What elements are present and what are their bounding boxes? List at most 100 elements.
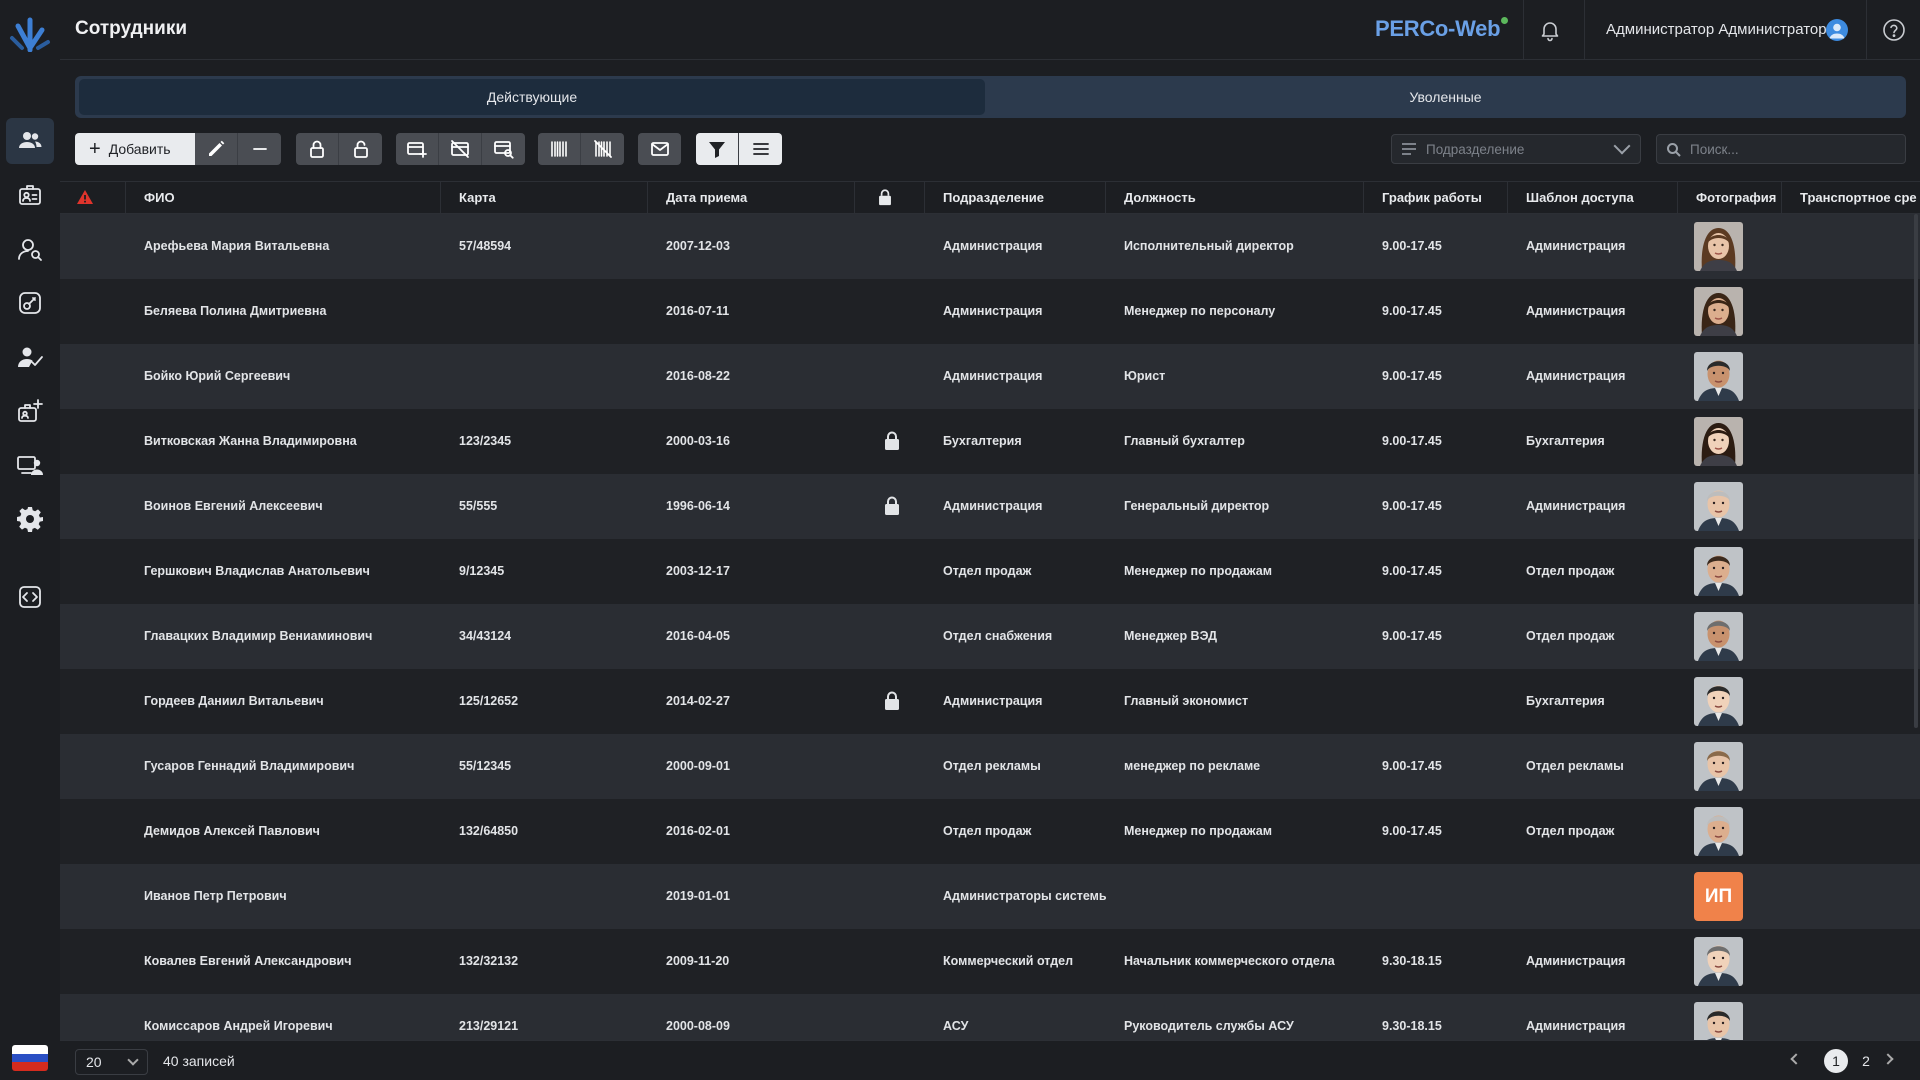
- employee-photo[interactable]: [1694, 287, 1743, 336]
- search-input[interactable]: Поиск...: [1656, 134, 1906, 164]
- photo-initials[interactable]: ИП: [1694, 872, 1743, 921]
- employee-table-body: Арефьева Мария Витальевна 57/48594 2007-12…: [60, 214, 1920, 1040]
- employee-photo[interactable]: [1694, 547, 1743, 596]
- column-header-name[interactable]: ФИО: [126, 182, 441, 214]
- table-row[interactable]: Комиссаров Андрей Игоревич 213/29121 2000-…: [60, 994, 1920, 1040]
- table-row[interactable]: Беляева Полина Дмитриевна 2016-07-11 Админ…: [60, 279, 1920, 344]
- page-1-button[interactable]: 1: [1824, 1049, 1848, 1073]
- cell-name: Гусаров Геннадий Владимирович: [144, 759, 355, 773]
- filter-button[interactable]: [696, 133, 739, 165]
- cell-department: Коммерческий отдел: [943, 954, 1074, 968]
- table-row[interactable]: Иванов Петр Петрович 2019-01-01 Администра…: [60, 864, 1920, 929]
- mail-group: [638, 133, 681, 165]
- barcode-button[interactable]: [538, 133, 581, 165]
- cell-access-template: Отдел продаж: [1526, 824, 1615, 838]
- table-row[interactable]: Ковалев Евгений Александрович 132/32132 20…: [60, 929, 1920, 994]
- column-header-card[interactable]: Карта: [441, 182, 648, 214]
- add-card-button[interactable]: [396, 133, 439, 165]
- user-avatar-icon[interactable]: [1826, 19, 1848, 41]
- page-size-value: 20: [86, 1054, 102, 1070]
- cell-hire-date: 2003-12-17: [666, 564, 730, 578]
- table-row[interactable]: Главацких Владимир Вениаминович 34/43124 2…: [60, 604, 1920, 669]
- columns-menu-button[interactable]: [739, 133, 782, 165]
- send-email-button[interactable]: [638, 133, 681, 165]
- language-flag-icon[interactable]: [12, 1045, 48, 1071]
- devices-icon: [17, 456, 43, 475]
- nav-api[interactable]: [6, 574, 54, 620]
- employee-photo[interactable]: [1694, 1002, 1743, 1040]
- column-header-vehicle[interactable]: Транспортное сре: [1782, 182, 1920, 214]
- employee-photo[interactable]: [1694, 222, 1743, 271]
- employee-photo[interactable]: [1694, 807, 1743, 856]
- notifications-bell-icon[interactable]: [1538, 18, 1562, 42]
- cell-department: Отдел рекламы: [943, 759, 1041, 773]
- cell-hire-date: 2016-02-01: [666, 824, 730, 838]
- table-row[interactable]: Бойко Юрий Сергеевич 2016-08-22 Администра…: [60, 344, 1920, 409]
- tab-dismissed-employees[interactable]: Уволенные: [989, 79, 1902, 115]
- previous-page-icon[interactable]: [1790, 1053, 1802, 1065]
- nav-devices[interactable]: [6, 442, 54, 488]
- nav-add-badge[interactable]: [6, 388, 54, 434]
- employee-photo[interactable]: [1694, 937, 1743, 986]
- table-row[interactable]: Витковская Жанна Владимировна 123/2345 200…: [60, 409, 1920, 474]
- find-card-button[interactable]: [482, 133, 525, 165]
- lock-icon: [879, 189, 891, 206]
- column-header-photo[interactable]: Фотография: [1678, 182, 1782, 214]
- next-page-icon[interactable]: [1882, 1053, 1894, 1065]
- lock-button[interactable]: [296, 133, 339, 165]
- help-icon[interactable]: [1881, 17, 1907, 43]
- employee-photo[interactable]: [1694, 417, 1743, 466]
- cell-access-template: Администрация: [1526, 499, 1626, 513]
- column-header-position[interactable]: Должность: [1106, 182, 1364, 214]
- warning-column-header[interactable]: [60, 182, 126, 214]
- remove-card-button[interactable]: [439, 133, 482, 165]
- cell-department: Администрация: [943, 694, 1043, 708]
- employee-photo[interactable]: [1694, 482, 1743, 531]
- search-icon: [1667, 143, 1681, 157]
- employee-photo[interactable]: [1694, 612, 1743, 661]
- cell-card: 55/12345: [459, 759, 512, 773]
- cell-name: Главацких Владимир Вениаминович: [144, 629, 373, 643]
- column-header-hire-date[interactable]: Дата приема: [648, 182, 855, 214]
- edit-button[interactable]: [195, 133, 238, 165]
- table-row[interactable]: Арефьева Мария Витальевна 57/48594 2007-12…: [60, 214, 1920, 279]
- column-header-lock[interactable]: [855, 182, 925, 214]
- nav-verification[interactable]: [6, 334, 54, 380]
- table-row[interactable]: Гусаров Геннадий Владимирович 55/12345 200…: [60, 734, 1920, 799]
- nav-employees[interactable]: [6, 118, 54, 164]
- employee-photo[interactable]: [1694, 677, 1743, 726]
- table-row[interactable]: Гордеев Даниил Витальевич 125/12652 2014-0…: [60, 669, 1920, 734]
- cell-hire-date: 2014-02-27: [666, 694, 730, 708]
- remove-barcode-button[interactable]: [581, 133, 624, 165]
- nav-monitoring[interactable]: [6, 226, 54, 272]
- user-name[interactable]: Администратор Администратор: [1606, 21, 1827, 38]
- page-size-select[interactable]: 20: [75, 1049, 148, 1075]
- search-placeholder: Поиск...: [1690, 141, 1739, 157]
- add-card-icon: [407, 142, 427, 158]
- nav-visitors[interactable]: [6, 172, 54, 218]
- nav-access[interactable]: [6, 280, 54, 326]
- chevron-down-icon: [127, 1054, 139, 1066]
- employee-photo[interactable]: [1694, 742, 1743, 791]
- status-tabs: Действующие Уволенные: [75, 76, 1906, 118]
- cell-position: Менеджер по продажам: [1124, 564, 1272, 578]
- page-2-button[interactable]: 2: [1854, 1049, 1878, 1073]
- column-header-access-template[interactable]: Шаблон доступа: [1508, 182, 1678, 214]
- menu-icon: [752, 143, 769, 155]
- column-header-schedule[interactable]: График работы: [1364, 182, 1508, 214]
- table-row[interactable]: Демидов Алексей Павлович 132/64850 2016-02…: [60, 799, 1920, 864]
- tab-active-employees[interactable]: Действующие: [79, 79, 985, 115]
- table-row[interactable]: Воинов Евгений Алексеевич 55/555 1996-06-1…: [60, 474, 1920, 539]
- unlock-button[interactable]: [339, 133, 382, 165]
- table-scrollbar[interactable]: [1914, 214, 1918, 728]
- employee-photo[interactable]: [1694, 352, 1743, 401]
- perco-logo-icon[interactable]: [8, 12, 52, 53]
- add-employee-button[interactable]: + Добавить: [75, 133, 195, 165]
- delete-button[interactable]: [238, 133, 281, 165]
- department-select[interactable]: Подразделение: [1391, 134, 1641, 164]
- nav-settings[interactable]: [6, 496, 54, 542]
- column-header-department[interactable]: Подразделение: [925, 182, 1106, 214]
- table-row[interactable]: Гершкович Владислав Анатольевич 9/12345 20…: [60, 539, 1920, 604]
- cell-schedule: 9.00-17.45: [1382, 759, 1442, 773]
- cell-department: Администраторы системы: [943, 889, 1106, 903]
